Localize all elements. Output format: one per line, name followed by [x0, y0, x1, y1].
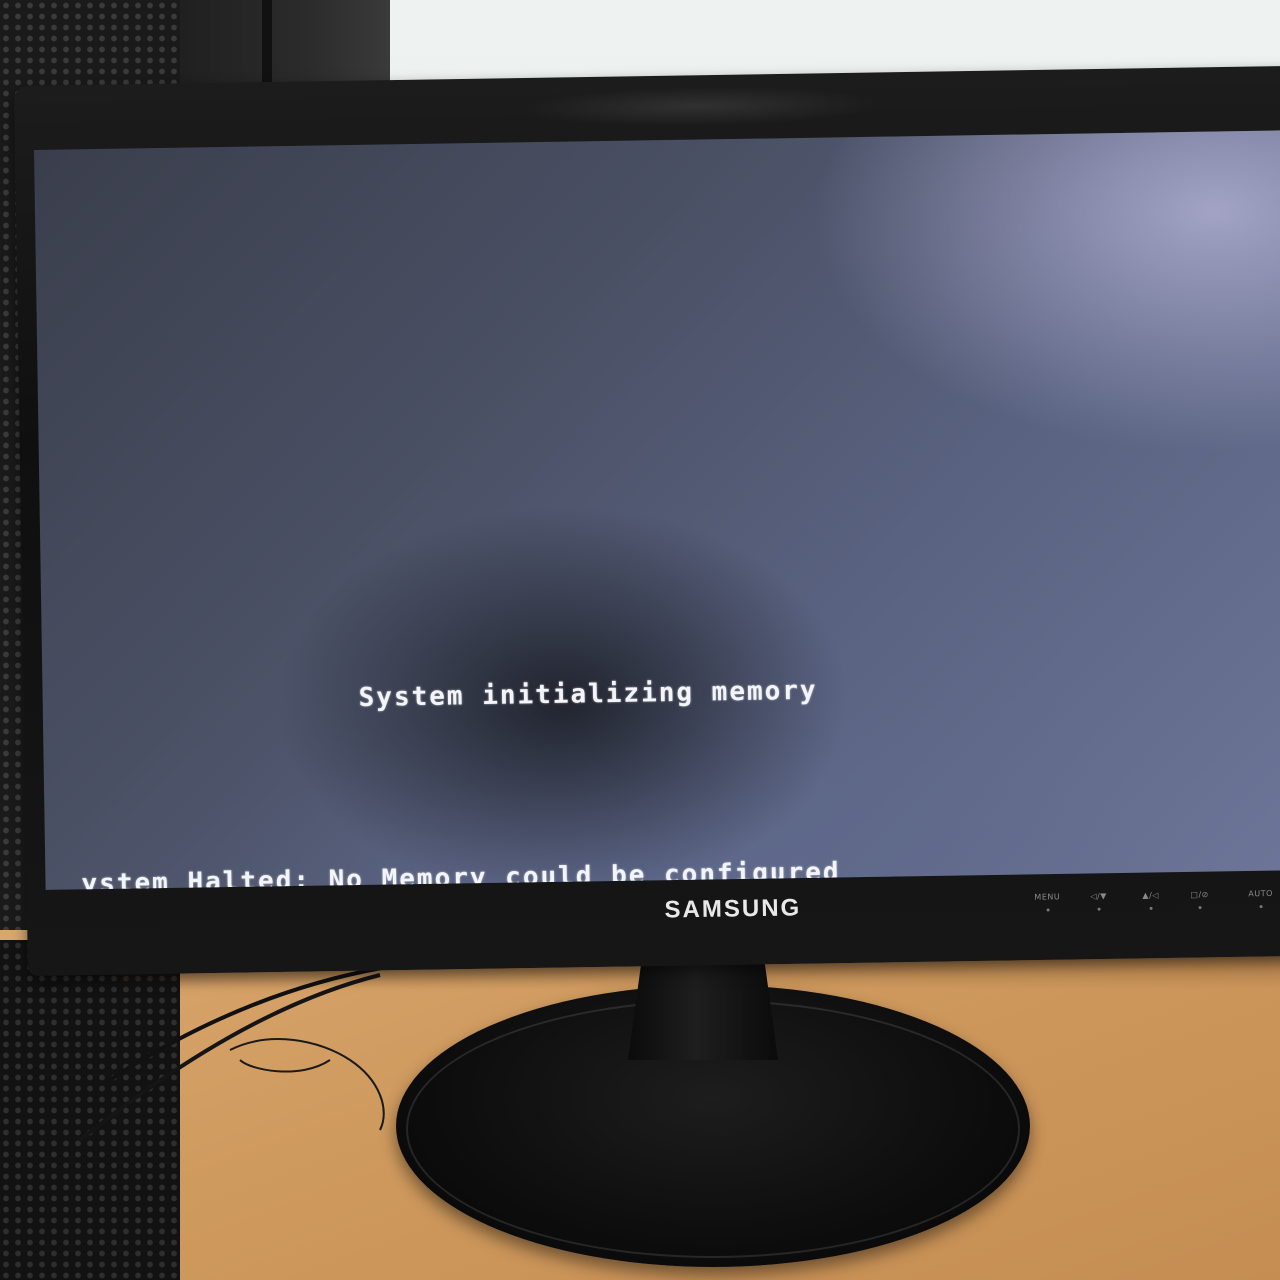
photo-scene: System initializing memory ystem Halted:…	[0, 0, 1280, 1280]
bios-status-line: System initializing memory	[358, 675, 818, 713]
enter-button[interactable]: □/⊘	[1190, 890, 1209, 899]
monitor-stand-neck	[628, 950, 778, 1060]
source-down-button[interactable]: ◁/▼	[1090, 892, 1107, 901]
bezel-reflection	[519, 83, 881, 129]
up-button[interactable]: ▲/◁	[1142, 891, 1159, 900]
monitor-screen: System initializing memory ystem Halted:…	[34, 130, 1280, 890]
menu-button[interactable]: MENU	[1034, 892, 1060, 901]
auto-button[interactable]: AUTO	[1248, 889, 1273, 898]
brand-logo: SAMSUNG	[664, 894, 802, 924]
